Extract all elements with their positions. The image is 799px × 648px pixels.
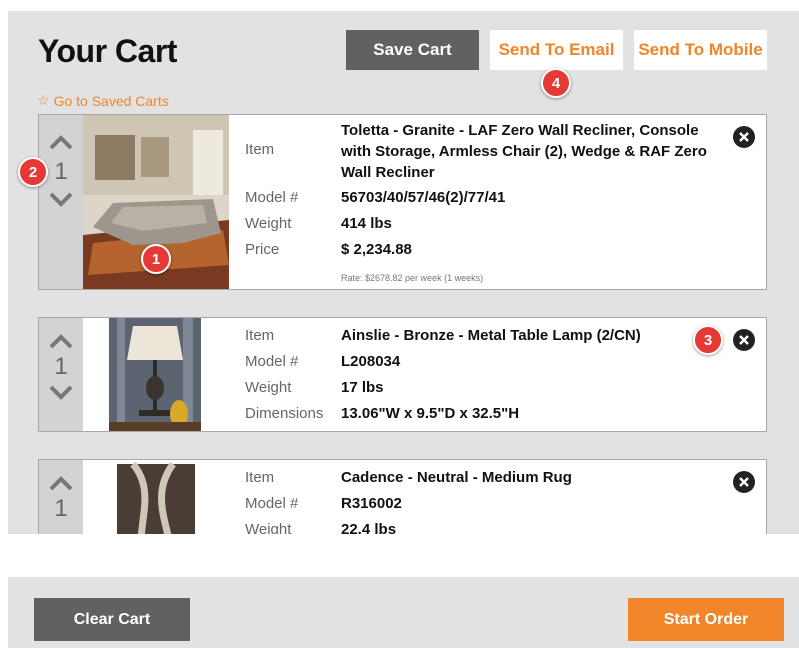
cart-item: 1 Item Cadence - Neutral - Medium Rug Mo… [38, 459, 767, 534]
cart-panel: Your Cart Save Cart Send To Email Send T… [8, 11, 799, 534]
page-title: Your Cart [38, 33, 177, 69]
rug-image [117, 461, 195, 534]
weight-row: Weight 22.4 lbs [245, 521, 396, 534]
model-row: Model # R316002 [245, 495, 402, 512]
quantity-stepper: 1 [39, 115, 83, 289]
saved-carts-link[interactable]: ☆ Go to Saved Carts [37, 92, 169, 109]
star-outline-icon: ☆ [37, 92, 50, 108]
model-value: L208034 [341, 353, 401, 370]
chevron-up-icon[interactable] [48, 332, 74, 350]
item-details: Item Toletta - Granite - LAF Zero Wall R… [229, 115, 766, 289]
model-value: R316002 [341, 495, 402, 512]
quantity-stepper: 1 [39, 318, 83, 431]
chevron-up-icon[interactable] [48, 133, 74, 151]
send-to-mobile-button[interactable]: Send To Mobile [634, 30, 767, 70]
remove-item-button[interactable] [733, 126, 755, 148]
remove-item-button[interactable] [733, 471, 755, 493]
weight-label: Weight [245, 521, 292, 534]
clear-cart-button[interactable]: Clear Cart [34, 598, 190, 641]
item-label: Item [245, 469, 275, 486]
item-name: Toletta - Granite - LAF Zero Wall Reclin… [341, 122, 707, 181]
start-order-button[interactable]: Start Order [628, 598, 784, 641]
model-row: Model # 56703/40/57/46(2)/77/41 [245, 189, 505, 206]
item-details: Item Ainslie - Bronze - Metal Table Lamp… [229, 318, 766, 431]
item-label: Item [245, 141, 275, 158]
close-icon [739, 335, 749, 345]
table-lamp-image [109, 318, 201, 431]
weight-label: Weight [245, 379, 292, 396]
weight-value: 17 lbs [341, 379, 384, 396]
rate-text: Rate: $2678.82 per week (1 weeks) [341, 273, 484, 283]
annotation-badge: 1 [141, 244, 171, 274]
annotation-badge: 3 [693, 325, 723, 355]
chevron-down-icon[interactable] [48, 191, 74, 209]
chevron-down-icon[interactable] [48, 384, 74, 402]
item-row: Item [245, 141, 341, 158]
price-row: Price $ 2,234.88 [245, 241, 412, 258]
item-name: Cadence - Neutral - Medium Rug [341, 469, 572, 486]
dimensions-label: Dimensions [245, 405, 324, 422]
item-row: Item Ainslie - Bronze - Metal Table Lamp… [245, 327, 641, 344]
model-value: 56703/40/57/46(2)/77/41 [341, 189, 506, 206]
cart-item: 1 Item Ainslie - Bronze - Metal Table La… [38, 317, 767, 432]
item-label: Item [245, 327, 275, 344]
cart-footer: Clear Cart Start Order [8, 577, 799, 648]
model-label: Model # [245, 353, 299, 370]
annotation-badge: 2 [18, 157, 48, 187]
weight-row: Weight 414 lbs [245, 215, 392, 232]
remove-item-button[interactable] [733, 329, 755, 351]
quantity-value: 1 [54, 495, 68, 522]
item-name: Ainslie - Bronze - Metal Table Lamp (2/C… [341, 327, 641, 344]
weight-row: Weight 17 lbs [245, 379, 384, 396]
close-icon [739, 132, 749, 142]
price-value: $ 2,234.88 [341, 241, 412, 258]
model-row: Model # L208034 [245, 353, 400, 370]
annotation-badge: 4 [541, 68, 571, 98]
save-cart-button[interactable]: Save Cart [346, 30, 479, 70]
close-icon [739, 477, 749, 487]
quantity-value: 1 [54, 158, 68, 185]
model-label: Model # [245, 495, 299, 512]
weight-value: 22.4 lbs [341, 521, 397, 534]
weight-label: Weight [245, 215, 292, 232]
product-image [83, 318, 229, 431]
chevron-up-icon[interactable] [48, 474, 74, 492]
dimensions-value: 13.06"W x 9.5"D x 32.5"H [341, 405, 520, 422]
item-details: Item Cadence - Neutral - Medium Rug Mode… [229, 460, 766, 534]
send-to-email-button[interactable]: Send To Email [490, 30, 623, 70]
product-image [83, 460, 229, 534]
quantity-value: 1 [54, 353, 68, 380]
quantity-stepper: 1 [39, 460, 83, 534]
dimensions-row: Dimensions 13.06"W x 9.5"D x 32.5"H [245, 405, 519, 422]
weight-value: 414 lbs [341, 215, 392, 232]
price-label: Price [245, 241, 280, 258]
model-label: Model # [245, 189, 299, 206]
item-row: Item Cadence - Neutral - Medium Rug [245, 469, 572, 486]
saved-carts-label: Go to Saved Carts [53, 92, 169, 109]
